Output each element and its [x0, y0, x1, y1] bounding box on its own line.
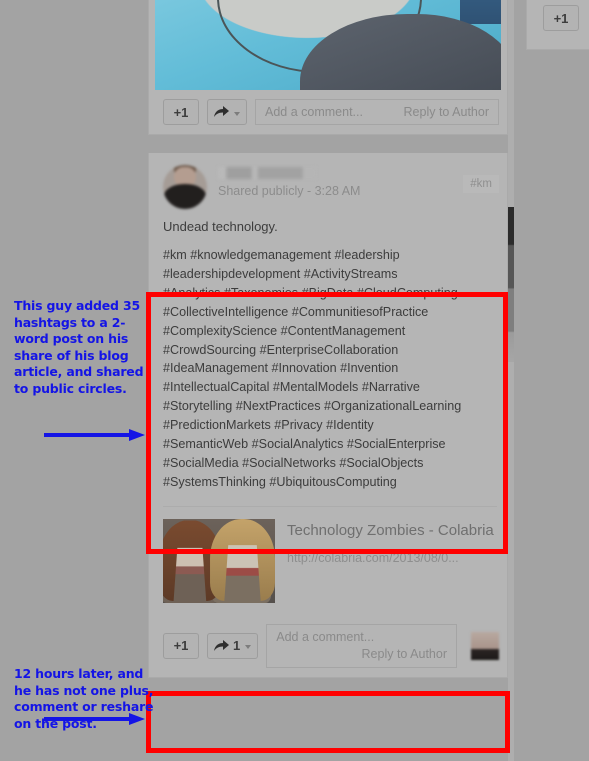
- screenshot-canvas: +1 Add a comment... Reply to Author Shar…: [0, 0, 589, 761]
- post-visibility-and-time: Shared publicly - 3:28 AM: [218, 184, 360, 198]
- post-header-meta: Shared publicly - 3:28 AM: [218, 165, 360, 198]
- share-button[interactable]: 1: [207, 632, 259, 659]
- chevron-down-icon: [245, 645, 252, 650]
- post-stream: +1 Add a comment... Reply to Author Shar…: [148, 0, 508, 696]
- plus-one-button[interactable]: +1: [163, 632, 199, 659]
- annotation-arrow-bottom: [44, 712, 152, 726]
- arrow-shaft: [44, 433, 132, 437]
- post-card-main: Shared publicly - 3:28 AM #km Undead tec…: [148, 153, 508, 678]
- comment-placeholder: Add a comment...: [276, 629, 375, 644]
- link-preview-url[interactable]: http://colabria.com/2013/08/0...: [287, 551, 494, 565]
- post-card-right-partial: +1: [526, 0, 589, 50]
- plus-one-button[interactable]: +1: [543, 5, 579, 31]
- link-preview-title[interactable]: Technology Zombies - Colabria: [287, 521, 494, 541]
- link-preview-card[interactable]: Technology Zombies - Colabria http://col…: [163, 505, 497, 615]
- reply-to-author-link[interactable]: Reply to Author: [404, 105, 489, 119]
- author-name[interactable]: [218, 167, 316, 179]
- share-count: 1: [233, 638, 241, 654]
- scrollbar-track[interactable]: [508, 0, 514, 761]
- post-visibility[interactable]: Shared publicly: [218, 184, 303, 198]
- reply-to-author-link[interactable]: Reply to Author: [276, 647, 447, 661]
- author-avatar[interactable]: [163, 165, 207, 209]
- plus-one-button[interactable]: +1: [163, 99, 199, 125]
- share-arrow-icon: [214, 106, 229, 118]
- photo-blue-block: [459, 0, 501, 25]
- post-hashtags-block[interactable]: #km #knowledgemanagement #leadership #le…: [149, 238, 507, 502]
- post-timestamp[interactable]: 3:28 AM: [315, 184, 361, 198]
- chevron-down-icon: [234, 111, 240, 116]
- post-photo[interactable]: [155, 0, 501, 90]
- post-tag-badge[interactable]: #km: [463, 175, 499, 193]
- commenter-avatar[interactable]: [471, 631, 499, 660]
- arrow-head-icon: [129, 713, 145, 725]
- post-body-text: Undead technology.: [163, 219, 278, 234]
- link-preview-thumbnail[interactable]: [163, 518, 275, 603]
- share-arrow-icon: [214, 639, 229, 652]
- post-card-top: +1 Add a comment... Reply to Author: [148, 0, 508, 135]
- comment-placeholder: Add a comment...: [265, 105, 363, 119]
- meta-separator: -: [306, 184, 312, 198]
- share-button[interactable]: [207, 99, 247, 125]
- highlight-box-actions: [146, 691, 510, 753]
- arrow-shaft: [44, 717, 132, 721]
- comment-input-row-main[interactable]: Add a comment... Reply to Author: [266, 623, 457, 668]
- annotation-arrow-top: [44, 428, 152, 442]
- post-action-bar-main: +1 1 Add a comment... Reply to Author: [149, 615, 507, 677]
- link-preview-meta: Technology Zombies - Colabria http://col…: [287, 519, 494, 603]
- comment-input-row-top[interactable]: Add a comment... Reply to Author: [255, 99, 499, 125]
- scrollbar-thumb[interactable]: [508, 207, 514, 362]
- avatar-body: [163, 184, 207, 209]
- arrow-head-icon: [129, 429, 145, 441]
- post-action-bar-top: +1 Add a comment... Reply to Author: [149, 90, 507, 134]
- post-header: Shared publicly - 3:28 AM #km: [149, 153, 507, 209]
- annotation-text-top: This guy added 35 hashtags to a 2-word p…: [14, 298, 144, 396]
